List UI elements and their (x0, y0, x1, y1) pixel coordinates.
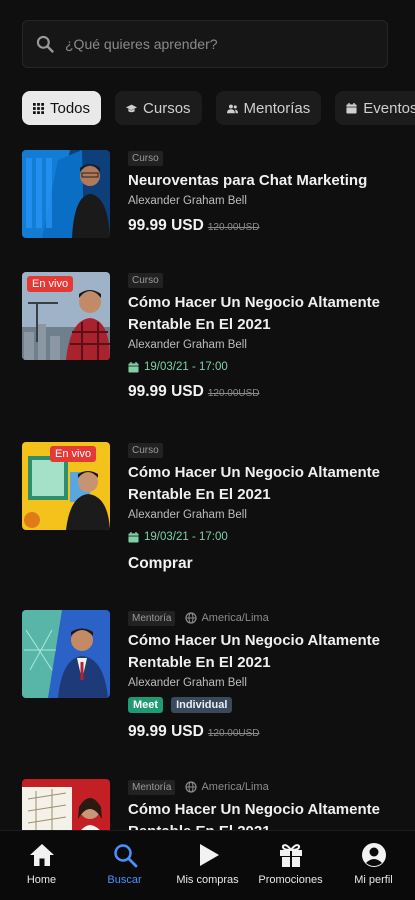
event-date: 19/03/21 - 17:00 (128, 531, 398, 543)
item-info: Curso Cómo Hacer Un Negocio Altamente Re… (128, 272, 398, 401)
home-icon (29, 844, 54, 866)
item-info: Mentoría America/Lima Cómo Hacer Un Nego… (128, 610, 398, 741)
calendar-icon (128, 361, 139, 373)
live-badge: En vivo (50, 446, 97, 462)
course-thumbnail: En vivo (22, 272, 110, 360)
old-price: 120.00USD (207, 388, 260, 399)
grid-icon (33, 102, 44, 114)
type-tag: Mentoría (128, 779, 176, 795)
price-row: 99.99 USD 120.00USD (128, 723, 398, 741)
nav-label: Promociones (258, 874, 323, 886)
filter-label: Cursos (143, 99, 191, 117)
price: 99.99 USD (128, 217, 204, 234)
old-price: 120.00USD (207, 222, 260, 233)
live-badge: En vivo (27, 276, 74, 292)
type-tag: Curso (128, 150, 163, 166)
gift-icon (279, 844, 302, 867)
calendar-icon (346, 102, 357, 114)
item-title[interactable]: Cómo Hacer Un Negocio Altamente Rentable… (128, 292, 398, 336)
mentoring-thumbnail (22, 779, 110, 830)
filter-label: Todos (50, 99, 91, 117)
item-title[interactable]: Neuroventas para Chat Marketing (128, 170, 398, 192)
old-price: 120.00USD (207, 728, 260, 739)
filter-label: Eventos (363, 99, 415, 117)
item-title[interactable]: Cómo Hacer Un Negocio Altamente Rentable… (128, 630, 398, 674)
nav-label: Mi perfil (354, 874, 393, 886)
individual-tag: Individual (171, 697, 233, 713)
search-icon (113, 844, 137, 868)
calendar-icon (128, 531, 139, 543)
session-tags: Meet Individual (128, 697, 398, 713)
mentoring-thumbnail (22, 610, 110, 698)
item-title[interactable]: Cómo Hacer Un Negocio Altamente Rentable… (128, 799, 398, 830)
search-bar[interactable] (22, 20, 388, 68)
buy-button[interactable]: Comprar (128, 555, 398, 573)
course-thumbnail (22, 150, 110, 238)
timezone-text: America/Lima (201, 781, 269, 793)
globe-icon (185, 781, 198, 793)
price: 99.99 USD (128, 383, 204, 400)
nav-label: Buscar (107, 874, 142, 886)
price-row: 99.99 USD 120.00USD (128, 383, 398, 401)
search-input[interactable] (65, 36, 365, 52)
filter-eventos[interactable]: Eventos (335, 91, 415, 125)
price-row: 99.99 USD 120.00USD (128, 217, 398, 235)
filter-todos[interactable]: Todos (22, 91, 102, 125)
date-text: 19/03/21 - 17:00 (144, 361, 228, 373)
event-date: 19/03/21 - 17:00 (128, 361, 398, 373)
filter-mentorias[interactable]: Mentorías (215, 91, 322, 125)
profile-icon (361, 843, 386, 867)
timezone: America/Lima (185, 612, 269, 624)
item-author: Alexander Graham Bell (128, 509, 247, 521)
users-icon (226, 104, 238, 113)
item-info: Curso Cómo Hacer Un Negocio Altamente Re… (128, 442, 398, 573)
meet-tag: Meet (128, 697, 164, 713)
course-thumbnail: En vivo (22, 442, 110, 530)
nav-home[interactable]: Home (0, 831, 83, 900)
results-list: Curso Neuroventas para Chat Marketing Al… (0, 140, 415, 830)
type-tag: Mentoría (128, 610, 176, 626)
nav-mi-perfil[interactable]: Mi perfil (332, 831, 415, 900)
timezone-text: America/Lima (201, 612, 269, 624)
nav-buscar[interactable]: Buscar (83, 831, 166, 900)
play-icon (199, 844, 219, 866)
filter-chips: Todos Cursos Mentorías Eventos (22, 91, 415, 125)
filter-label: Mentorías (243, 99, 311, 117)
graduation-cap-icon (126, 104, 138, 112)
globe-icon (185, 612, 198, 624)
item-info: Mentoría America/Lima Cómo Hacer Un Nego… (128, 779, 398, 830)
item-author: Alexander Graham Bell (128, 339, 247, 351)
item-title[interactable]: Cómo Hacer Un Negocio Altamente Rentable… (128, 462, 398, 506)
filter-cursos[interactable]: Cursos (115, 91, 202, 125)
nav-label: Home (26, 874, 57, 886)
nav-promociones[interactable]: Promociones (249, 831, 332, 900)
nav-label: Mis compras (176, 874, 239, 886)
item-author: Alexander Graham Bell (128, 195, 247, 207)
item-author: Alexander Graham Bell (128, 677, 247, 689)
nav-mis-compras[interactable]: Mis compras (166, 831, 249, 900)
price: 99.99 USD (128, 723, 204, 740)
bottom-nav: Home Buscar Mis compras Promociones Mi p… (0, 830, 415, 900)
search-icon (36, 35, 54, 53)
type-tag: Curso (128, 442, 163, 458)
item-info: Curso Neuroventas para Chat Marketing Al… (128, 150, 398, 235)
type-tag: Curso (128, 272, 163, 288)
timezone: America/Lima (185, 781, 269, 793)
date-text: 19/03/21 - 17:00 (144, 531, 228, 543)
